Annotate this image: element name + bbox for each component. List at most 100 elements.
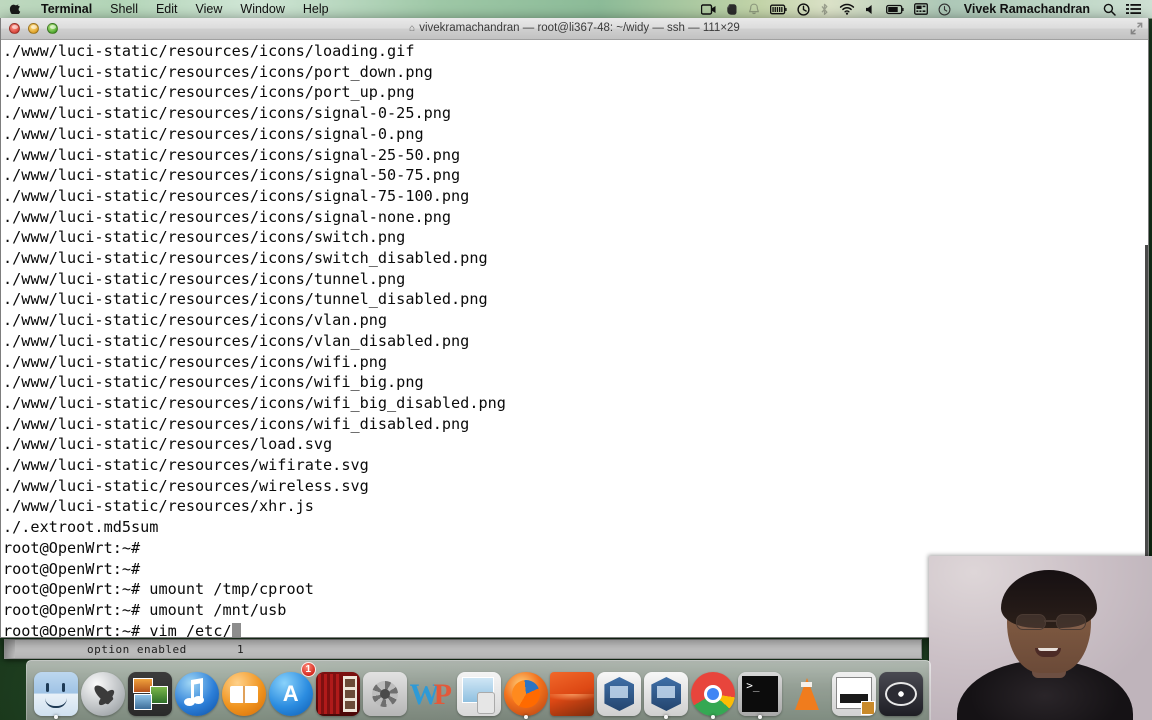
- notification-bell-icon[interactable]: [743, 0, 765, 19]
- dock-item-terminal[interactable]: [737, 664, 783, 719]
- dock-item-itunes[interactable]: [174, 664, 220, 716]
- terminal-cursor: [231, 622, 241, 637]
- launchpad-icon: [80, 672, 125, 716]
- menu-bar-user-name[interactable]: Vivek Ramachandran: [956, 0, 1098, 19]
- evernote-icon[interactable]: [721, 0, 743, 19]
- vlc-icon: [785, 672, 829, 716]
- dock-item-ubuntu[interactable]: [549, 664, 595, 716]
- zoom-button[interactable]: [47, 23, 58, 34]
- clock-icon[interactable]: [933, 0, 956, 19]
- spotlight-search-icon[interactable]: [1098, 0, 1121, 19]
- window-controls: [1, 23, 58, 34]
- fullscreen-button[interactable]: [1130, 22, 1143, 35]
- ibooks-icon: [221, 672, 266, 716]
- wifi-icon[interactable]: [834, 0, 860, 19]
- wordpress-icon: WP: [409, 678, 452, 711]
- terminal-line: ./www/luci-static/resources/load.svg: [3, 435, 333, 454]
- dock-item-system-preferences[interactable]: [362, 664, 408, 716]
- dock-item-finder[interactable]: [33, 664, 79, 719]
- terminal-line: ./www/luci-static/resources/icons/loadin…: [3, 42, 415, 60]
- terminal-command-text: vim /etc/: [149, 621, 232, 637]
- terminal-line: ./www/luci-static/resources/icons/vlan.p…: [3, 311, 388, 330]
- terminal-line: ./www/luci-static/resources/icons/tunnel…: [3, 290, 488, 309]
- virtualbox-vm-icon: [644, 672, 689, 716]
- dock-item-final-cut[interactable]: [878, 664, 924, 716]
- dock-item-firefox[interactable]: [503, 664, 549, 719]
- terminal-window[interactable]: ⌂ vivekramachandran — root@li367-48: ~/wi…: [0, 18, 1149, 638]
- menu-item-shell[interactable]: Shell: [101, 0, 147, 19]
- battery-meter-icon[interactable]: [765, 0, 792, 19]
- firefox-icon: [503, 672, 548, 716]
- input-source-icon[interactable]: [909, 0, 933, 19]
- terminal-line: ./www/luci-static/resources/icons/vlan_d…: [3, 331, 470, 350]
- dock-item-ibooks[interactable]: [221, 664, 267, 716]
- time-machine-icon[interactable]: [792, 0, 815, 19]
- terminal-line: ./www/luci-static/resources/wireless.svg: [3, 476, 369, 495]
- terminal-line: ./www/luci-static/resources/icons/port_u…: [3, 83, 415, 102]
- dock-item-reflector[interactable]: [831, 664, 877, 716]
- dock: A 1 WP: [26, 660, 931, 720]
- menu-item-terminal[interactable]: Terminal: [32, 0, 101, 19]
- volume-icon[interactable]: [860, 0, 881, 19]
- background-window[interactable]: option enabled 1: [4, 639, 922, 659]
- terminal-line: ./www/luci-static/resources/icons/wifi_b…: [3, 373, 424, 392]
- dock-item-wordpress[interactable]: WP: [409, 664, 455, 716]
- notification-center-icon[interactable]: [1121, 0, 1146, 19]
- dock-item-preview[interactable]: [456, 664, 502, 716]
- terminal-line: ./www/luci-static/resources/icons/signal…: [3, 186, 470, 205]
- menu-bar-status-area: Vivek Ramachandran: [696, 0, 1152, 19]
- terminal-line: root@OpenWrt:~# umount /mnt/usb: [3, 600, 287, 619]
- battery-icon[interactable]: [881, 0, 909, 19]
- background-window-value: 1: [237, 643, 244, 656]
- terminal-line: ./www/luci-static/resources/icons/tunnel…: [3, 269, 406, 288]
- terminal-line: root@OpenWrt:~#: [3, 559, 141, 578]
- menu-bar: Terminal Shell Edit View Window Help Viv…: [0, 0, 1152, 19]
- glasses-right-lens: [1056, 614, 1086, 630]
- itunes-icon: [174, 672, 219, 716]
- preview-icon: [456, 672, 501, 716]
- terminal-output: ./www/luci-static/resources/icons/loadin…: [3, 41, 506, 637]
- terminal-line: ./www/luci-static/resources/icons/signal…: [3, 207, 452, 226]
- google-chrome-icon: [691, 672, 736, 716]
- dock-item-iphoto[interactable]: [127, 664, 173, 716]
- home-icon: ⌂: [409, 23, 416, 34]
- terminal-body[interactable]: ./www/luci-static/resources/icons/loadin…: [1, 40, 1148, 637]
- screen-recording-icon[interactable]: [696, 0, 721, 19]
- background-window-text: option enabled: [87, 643, 187, 656]
- desktop: Terminal Shell Edit View Window Help Viv…: [0, 0, 1152, 720]
- apple-menu-icon[interactable]: [0, 0, 32, 16]
- menu-item-window[interactable]: Window: [231, 0, 293, 19]
- close-button[interactable]: [9, 23, 20, 34]
- bluetooth-icon[interactable]: [815, 0, 834, 19]
- dock-item-photo-booth[interactable]: [315, 664, 361, 716]
- running-indicator: [523, 715, 528, 719]
- ipad-app-icon: [832, 672, 877, 716]
- glasses-left-lens: [1016, 614, 1046, 630]
- dock-item-app-store[interactable]: A 1: [268, 662, 316, 716]
- window-title: ⌂ vivekramachandran — root@li367-48: ~/wi…: [1, 18, 1148, 39]
- finder-icon: [33, 672, 78, 716]
- menu-bar-left: Terminal Shell Edit View Window Help: [0, 0, 338, 19]
- terminal-scrollbar[interactable]: [1145, 40, 1148, 637]
- terminal-line: ./www/luci-static/resources/wifirate.svg: [3, 456, 369, 475]
- dock-item-vlc[interactable]: [784, 664, 830, 716]
- terminal-line: root@OpenWrt:~# umount /tmp/cproot: [3, 580, 314, 599]
- system-preferences-icon: [362, 672, 407, 716]
- terminal-title-bar[interactable]: ⌂ vivekramachandran — root@li367-48: ~/wi…: [1, 18, 1148, 40]
- dock-item-virtualbox-1[interactable]: [596, 664, 642, 716]
- minimize-button[interactable]: [28, 23, 39, 34]
- webcam-person-glasses: [1012, 614, 1088, 630]
- running-indicator: [711, 715, 716, 719]
- menu-item-edit[interactable]: Edit: [147, 0, 187, 19]
- dock-item-virtualbox-2[interactable]: [643, 664, 689, 719]
- menu-item-view[interactable]: View: [187, 0, 232, 19]
- app-store-badge: 1: [300, 662, 316, 677]
- iphoto-icon: [127, 672, 172, 716]
- menu-item-help[interactable]: Help: [294, 0, 338, 19]
- glasses-bridge: [1044, 620, 1056, 622]
- terminal-line: ./www/luci-static/resources/icons/signal…: [3, 104, 452, 123]
- dock-item-launchpad[interactable]: [80, 664, 126, 716]
- dock-item-google-chrome[interactable]: [690, 664, 736, 719]
- background-window-gutter: [5, 640, 15, 658]
- terminal-line: root@OpenWrt:~#: [3, 538, 141, 557]
